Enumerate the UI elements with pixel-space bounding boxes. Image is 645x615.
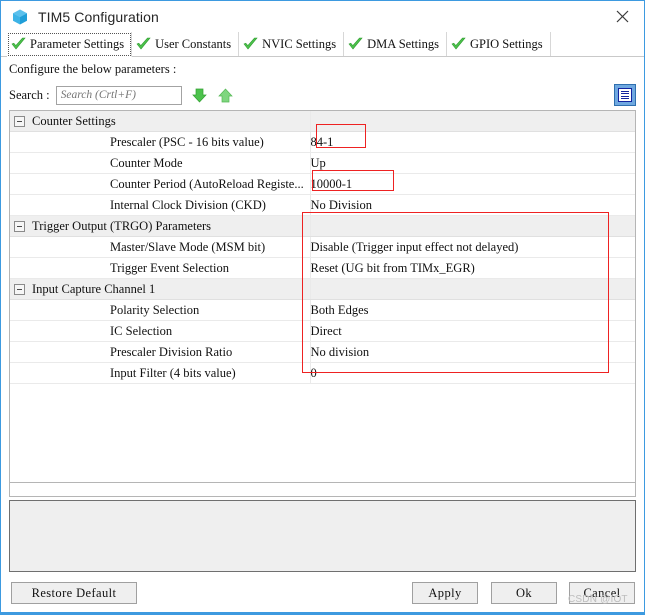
ok-button[interactable]: Ok <box>491 582 557 604</box>
group-title: Input Capture Channel 1 <box>32 281 156 296</box>
instruction-text: Configure the below parameters : <box>9 61 177 76</box>
tab-label: Parameter Settings <box>30 36 125 51</box>
param-value[interactable]: Up <box>309 152 635 174</box>
arrow-down-icon[interactable] <box>191 87 208 104</box>
collapse-icon[interactable] <box>14 221 25 233</box>
tab-strip: Parameter Settings User Constants NVIC S… <box>1 32 644 57</box>
tab-label: NVIC Settings <box>262 36 337 51</box>
search-row: Search : <box>1 81 644 109</box>
collapse-icon[interactable] <box>14 284 25 296</box>
param-value[interactable]: 10000-1 <box>309 173 635 195</box>
collapse-icon[interactable] <box>14 116 25 128</box>
param-value[interactable]: Reset (UG bit from TIMx_EGR) <box>309 257 635 279</box>
arrow-up-icon[interactable] <box>217 87 234 104</box>
green-check-icon <box>136 37 151 51</box>
param-name: Master/Slave Mode (MSM bit) <box>10 236 310 258</box>
param-name: Counter Period (AutoReload Registe... <box>10 173 310 195</box>
param-name: Polarity Selection <box>10 299 310 321</box>
table-row[interactable]: Counter Period (AutoReload Registe... 10… <box>10 173 635 195</box>
group-header-row[interactable]: Trigger Output (TRGO) Parameters <box>10 215 635 237</box>
window-title: TIM5 Configuration <box>38 8 159 25</box>
param-name: Prescaler (PSC - 16 bits value) <box>10 131 310 153</box>
tab-label: User Constants <box>155 36 232 51</box>
search-input[interactable] <box>55 85 182 105</box>
list-view-icon[interactable] <box>614 84 636 106</box>
cube-icon <box>11 8 29 26</box>
dialog-button-bar: Restore Default Apply Ok Cancel <box>1 572 644 614</box>
window-bottom-accent <box>1 612 645 614</box>
table-row[interactable]: Counter Mode Up <box>10 152 635 174</box>
table-row[interactable]: Input Filter (4 bits value) 0 <box>10 362 635 384</box>
param-value[interactable]: No Division <box>309 194 635 216</box>
param-value[interactable]: No division <box>309 341 635 363</box>
param-value[interactable]: 84-1 <box>309 131 635 153</box>
close-icon[interactable] <box>600 1 644 32</box>
param-name: IC Selection <box>10 320 310 342</box>
title-bar: TIM5 Configuration <box>1 1 644 32</box>
tab-parameter-settings[interactable]: Parameter Settings <box>7 32 133 57</box>
cancel-button[interactable]: Cancel <box>569 582 635 604</box>
param-name: Internal Clock Division (CKD) <box>10 194 310 216</box>
apply-button[interactable]: Apply <box>412 582 478 604</box>
tab-nvic-settings[interactable]: NVIC Settings <box>239 32 345 56</box>
group-title: Counter Settings <box>32 113 116 128</box>
group-header-row[interactable]: Input Capture Channel 1 <box>10 278 635 300</box>
tab-label: GPIO Settings <box>469 36 543 51</box>
param-name: Counter Mode <box>10 152 310 174</box>
tab-gpio-settings[interactable]: GPIO Settings <box>446 32 551 56</box>
param-name: Trigger Event Selection <box>10 257 310 279</box>
group-header-row[interactable]: Counter Settings <box>10 111 635 132</box>
table-row[interactable]: Trigger Event Selection Reset (UG bit fr… <box>10 257 635 279</box>
parameter-tree-panel[interactable] <box>9 483 636 497</box>
table-row[interactable]: Internal Clock Division (CKD) No Divisio… <box>10 194 635 216</box>
table-row[interactable]: Prescaler (PSC - 16 bits value) 84-1 <box>10 131 635 153</box>
search-label: Search : <box>9 87 50 102</box>
param-name: Input Filter (4 bits value) <box>10 362 310 384</box>
group-title: Trigger Output (TRGO) Parameters <box>32 218 212 233</box>
table-row[interactable]: Master/Slave Mode (MSM bit) Disable (Tri… <box>10 236 635 258</box>
table-row[interactable]: Polarity Selection Both Edges <box>10 299 635 321</box>
green-check-icon <box>243 37 258 51</box>
restore-default-button[interactable]: Restore Default <box>11 582 137 604</box>
param-value[interactable]: 0 <box>309 362 635 384</box>
green-check-icon <box>11 37 26 51</box>
green-check-icon <box>451 37 466 51</box>
tab-dma-settings[interactable]: DMA Settings <box>344 32 447 56</box>
tab-user-constants[interactable]: User Constants <box>132 32 240 56</box>
param-value[interactable]: Both Edges <box>309 299 635 321</box>
table-row[interactable]: Prescaler Division Ratio No division <box>10 341 635 363</box>
parameter-table: Counter Settings Prescaler (PSC - 16 bit… <box>9 110 636 483</box>
param-value[interactable]: Disable (Trigger input effect not delaye… <box>309 236 635 258</box>
green-check-icon <box>348 37 363 51</box>
parameter-description-panel <box>9 500 636 572</box>
param-name: Prescaler Division Ratio <box>10 341 310 363</box>
tab-label: DMA Settings <box>367 36 439 51</box>
param-value[interactable]: Direct <box>309 320 635 342</box>
table-row[interactable]: IC Selection Direct <box>10 320 635 342</box>
tim5-configuration-dialog: TIM5 Configuration Parameter Settings Us… <box>0 0 645 615</box>
